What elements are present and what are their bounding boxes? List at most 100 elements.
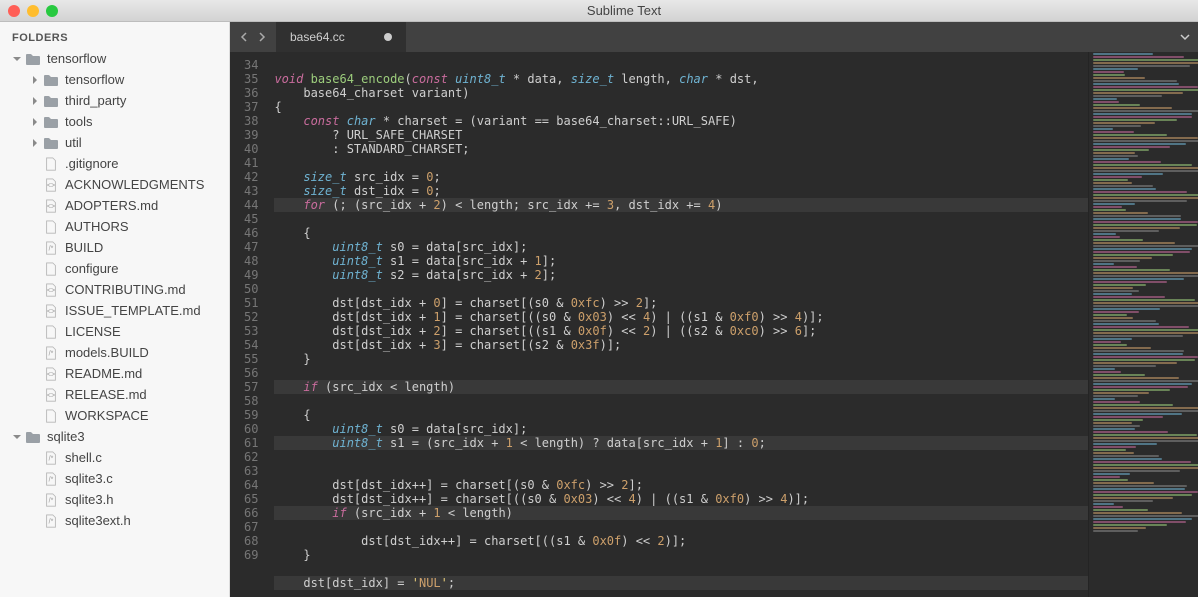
code-content[interactable]: void base64_encode(const uint8_t * data,… bbox=[266, 52, 1088, 597]
code-line[interactable]: dst[dst_idx++] = charset[((s0 & 0x03) <<… bbox=[274, 492, 809, 506]
code-line[interactable]: dst[dst_idx++] = charset[(s0 & 0xfc) >> … bbox=[274, 478, 642, 492]
line-number: 69 bbox=[244, 548, 258, 562]
code-line[interactable] bbox=[274, 282, 281, 296]
maximize-icon[interactable] bbox=[46, 5, 58, 17]
code-line[interactable]: const char * charset = (variant == base6… bbox=[274, 114, 736, 128]
file-row[interactable]: WORKSPACE bbox=[0, 405, 229, 426]
minimap[interactable] bbox=[1088, 52, 1198, 597]
tree-item-label: shell.c bbox=[65, 450, 229, 465]
window-controls bbox=[8, 5, 58, 17]
code-line[interactable]: dst[dst_idx + 3] = charset[(s2 & 0x3f)]; bbox=[274, 338, 621, 352]
code-line[interactable]: dst[dst_idx] = 'NUL'; bbox=[274, 576, 1088, 590]
line-number: 64 bbox=[244, 478, 258, 492]
nav-back-icon[interactable] bbox=[236, 29, 252, 45]
file-icon: <> bbox=[43, 282, 59, 298]
file-row[interactable]: LICENSE bbox=[0, 321, 229, 342]
app-body: FOLDERS tensorflowtensorflowthird_partyt… bbox=[0, 22, 1198, 597]
folder-row[interactable]: sqlite3 bbox=[0, 426, 229, 447]
code-line[interactable]: dst[dst_idx + 0] = charset[(s0 & 0xfc) >… bbox=[274, 296, 657, 310]
code-line[interactable]: void base64_encode(const uint8_t * data,… bbox=[274, 72, 758, 86]
folder-row[interactable]: util bbox=[0, 132, 229, 153]
code-line[interactable]: for (; (src_idx + 2) < length; src_idx +… bbox=[274, 198, 1088, 212]
svg-text:/*: /* bbox=[49, 350, 54, 357]
file-row[interactable]: <>CONTRIBUTING.md bbox=[0, 279, 229, 300]
tree-item-label: util bbox=[65, 135, 229, 150]
code-line[interactable]: base64_charset variant) bbox=[274, 86, 469, 100]
chevron-right-icon[interactable] bbox=[30, 117, 40, 127]
code-line[interactable] bbox=[274, 464, 281, 478]
file-row[interactable]: configure bbox=[0, 258, 229, 279]
line-number: 44 bbox=[244, 198, 258, 212]
code-line[interactable] bbox=[274, 562, 281, 576]
code-line[interactable]: dst[dst_idx++] = charset[((s1 & 0x0f) <<… bbox=[274, 534, 686, 548]
file-row[interactable]: /*sqlite3ext.h bbox=[0, 510, 229, 531]
titlebar[interactable]: Sublime Text bbox=[0, 0, 1198, 22]
code-line[interactable]: size_t dst_idx = 0; bbox=[274, 184, 440, 198]
minimize-icon[interactable] bbox=[27, 5, 39, 17]
code-line[interactable]: size_t src_idx = 0; bbox=[274, 170, 440, 184]
code-line[interactable] bbox=[274, 366, 281, 380]
folder-row[interactable]: tools bbox=[0, 111, 229, 132]
code-line[interactable]: { bbox=[274, 408, 310, 422]
code-line[interactable] bbox=[274, 156, 281, 170]
nav-forward-icon[interactable] bbox=[254, 29, 270, 45]
code-line[interactable]: uint8_t s1 = (src_idx + 1 < length) ? da… bbox=[274, 436, 1088, 450]
editor-area: base64.cc 343536373839404142434445464748… bbox=[230, 22, 1198, 597]
tree-item-label: LICENSE bbox=[65, 324, 229, 339]
code-line[interactable]: } bbox=[274, 352, 310, 366]
file-row[interactable]: /*BUILD bbox=[0, 237, 229, 258]
code-line[interactable]: if (src_idx + 1 < length) bbox=[274, 506, 1088, 520]
tree-item-label: tensorflow bbox=[65, 72, 229, 87]
code-line[interactable]: uint8_t s2 = data[src_idx + 2]; bbox=[274, 268, 556, 282]
line-number: 40 bbox=[244, 142, 258, 156]
tree-item-label: ADOPTERS.md bbox=[65, 198, 229, 213]
sidebar[interactable]: FOLDERS tensorflowtensorflowthird_partyt… bbox=[0, 22, 230, 597]
code-line[interactable]: ? URL_SAFE_CHARSET bbox=[274, 128, 462, 142]
code-line[interactable]: if (src_idx < length) bbox=[274, 380, 1088, 394]
folder-icon bbox=[25, 429, 41, 445]
tab-bar[interactable]: base64.cc bbox=[230, 22, 1198, 52]
tab-label: base64.cc bbox=[290, 30, 345, 44]
file-row[interactable]: AUTHORS bbox=[0, 216, 229, 237]
code-pane[interactable]: 3435363738394041424344454647484950515253… bbox=[230, 52, 1088, 597]
code-line[interactable]: dst[dst_idx + 2] = charset[((s1 & 0x0f) … bbox=[274, 324, 816, 338]
file-row[interactable]: <>README.md bbox=[0, 363, 229, 384]
code-line[interactable]: uint8_t s1 = data[src_idx + 1]; bbox=[274, 254, 556, 268]
code-line[interactable]: { bbox=[274, 226, 310, 240]
code-line[interactable]: uint8_t s0 = data[src_idx]; bbox=[274, 422, 527, 436]
file-row[interactable]: <>ACKNOWLEDGMENTS bbox=[0, 174, 229, 195]
code-line[interactable]: } bbox=[274, 548, 310, 562]
file-row[interactable]: .gitignore bbox=[0, 153, 229, 174]
code-line[interactable]: { bbox=[274, 100, 281, 114]
chevron-right-icon[interactable] bbox=[30, 96, 40, 106]
close-icon[interactable] bbox=[8, 5, 20, 17]
file-row[interactable]: /*shell.c bbox=[0, 447, 229, 468]
file-row[interactable]: /*models.BUILD bbox=[0, 342, 229, 363]
line-number: 48 bbox=[244, 254, 258, 268]
line-number: 58 bbox=[244, 394, 258, 408]
folder-row[interactable]: tensorflow bbox=[0, 48, 229, 69]
chevron-right-icon[interactable] bbox=[30, 138, 40, 148]
folder-icon bbox=[43, 72, 59, 88]
code-line[interactable] bbox=[274, 58, 281, 72]
svg-text:<>: <> bbox=[47, 182, 55, 189]
file-row[interactable]: <>ISSUE_TEMPLATE.md bbox=[0, 300, 229, 321]
file-row[interactable]: /*sqlite3.c bbox=[0, 468, 229, 489]
code-line[interactable]: uint8_t s0 = data[src_idx]; bbox=[274, 240, 527, 254]
line-number-gutter: 3435363738394041424344454647484950515253… bbox=[230, 52, 266, 597]
code-line[interactable]: : STANDARD_CHARSET; bbox=[274, 142, 469, 156]
chevron-down-icon[interactable] bbox=[12, 432, 22, 442]
tab-active[interactable]: base64.cc bbox=[276, 22, 406, 52]
line-number: 66 bbox=[244, 506, 258, 520]
line-number: 56 bbox=[244, 366, 258, 380]
chevron-down-icon[interactable] bbox=[12, 54, 22, 64]
file-row[interactable]: /*sqlite3.h bbox=[0, 489, 229, 510]
chevron-right-icon[interactable] bbox=[30, 75, 40, 85]
tab-dropdown-icon[interactable] bbox=[1172, 22, 1198, 52]
svg-text:/*: /* bbox=[49, 245, 54, 252]
folder-row[interactable]: tensorflow bbox=[0, 69, 229, 90]
code-line[interactable]: dst[dst_idx + 1] = charset[((s0 & 0x03) … bbox=[274, 310, 823, 324]
folder-row[interactable]: third_party bbox=[0, 90, 229, 111]
file-row[interactable]: <>RELEASE.md bbox=[0, 384, 229, 405]
file-row[interactable]: <>ADOPTERS.md bbox=[0, 195, 229, 216]
